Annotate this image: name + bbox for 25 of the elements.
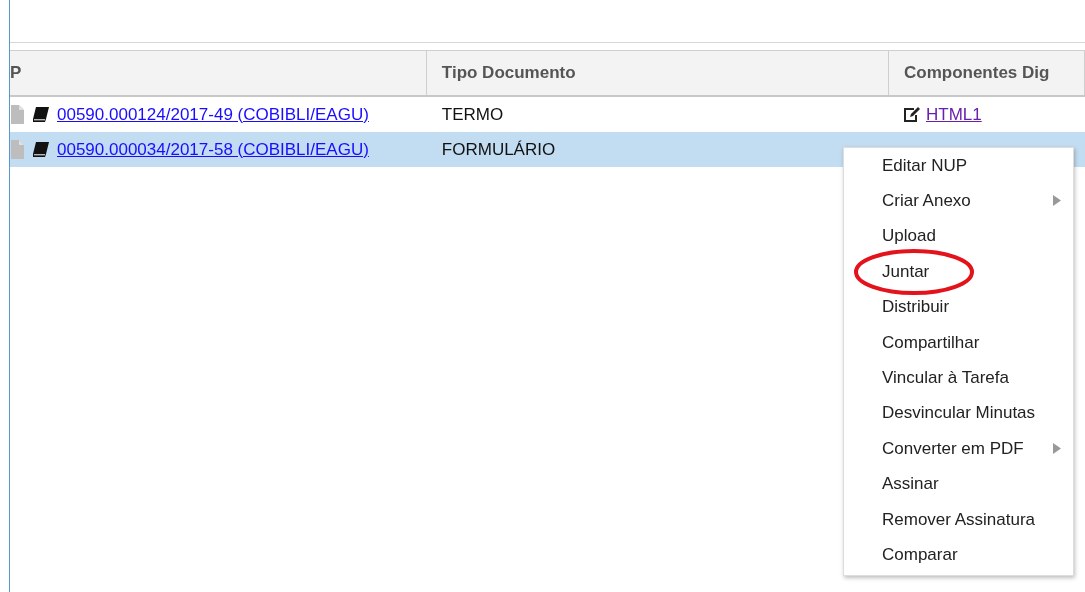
book-icon xyxy=(32,107,49,122)
menu-item[interactable]: Compartilhar xyxy=(844,324,1073,361)
component-link[interactable]: HTML1 xyxy=(926,104,982,125)
menu-item[interactable]: Vincular à Tarefa xyxy=(844,360,1073,396)
column-header[interactable]: Componentes Dig xyxy=(889,51,1085,95)
menu-item[interactable]: Desvincular Minutas xyxy=(844,395,1073,432)
document-type: FORMULÁRIO xyxy=(441,139,556,160)
menu-item[interactable]: Converter em PDF xyxy=(844,431,1073,467)
menu-item[interactable]: Upload xyxy=(844,218,1073,255)
file-icon xyxy=(11,140,24,159)
column-header[interactable]: P xyxy=(10,51,427,95)
menu-item[interactable]: Criar Anexo xyxy=(844,183,1073,219)
menu-item[interactable]: Juntar xyxy=(844,254,1073,290)
file-icon xyxy=(11,105,24,124)
edit-icon xyxy=(904,107,920,122)
document-type: TERMO xyxy=(441,104,504,125)
book-icon xyxy=(32,142,49,157)
document-link[interactable]: 00590.000034/2017-58 (COBIBLI/EAGU) xyxy=(57,139,369,160)
menu-item[interactable]: Remover Assinatura xyxy=(844,501,1073,538)
document-link[interactable]: 00590.000124/2017-49 (COBIBLI/EAGU) xyxy=(57,104,369,125)
table-row[interactable]: 00590.000124/2017-49 (COBIBLI/EAGU) TERMO HTML1 xyxy=(10,97,1085,132)
menu-item[interactable]: Distribuir xyxy=(844,289,1073,325)
menu-item[interactable]: Assinar xyxy=(844,466,1073,502)
menu-item[interactable]: Comparar xyxy=(844,537,1073,573)
column-header[interactable]: Tipo Documento xyxy=(426,51,889,95)
